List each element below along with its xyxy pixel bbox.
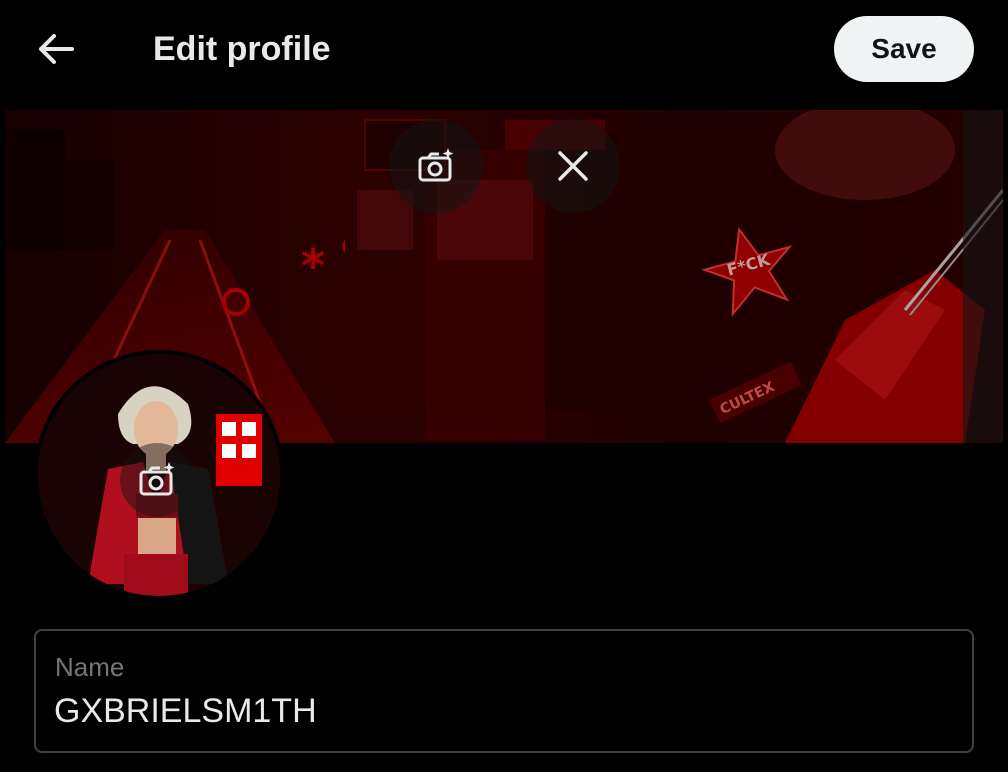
top-app-bar: Edit profile Save [0,0,1008,100]
save-button[interactable]: Save [834,16,974,82]
close-icon [558,151,588,181]
change-avatar-photo-button[interactable] [120,443,194,517]
arrow-left-icon [39,34,74,64]
name-field[interactable]: Name [34,629,974,753]
remove-banner-button[interactable] [526,119,620,213]
add-photo-camera-icon [418,148,454,182]
back-button[interactable] [30,26,82,72]
name-input[interactable] [54,691,934,731]
name-field-label: Name [55,652,125,682]
page-title: Edit profile [153,30,331,68]
change-banner-photo-button[interactable] [389,119,483,213]
add-photo-camera-icon [139,462,175,496]
